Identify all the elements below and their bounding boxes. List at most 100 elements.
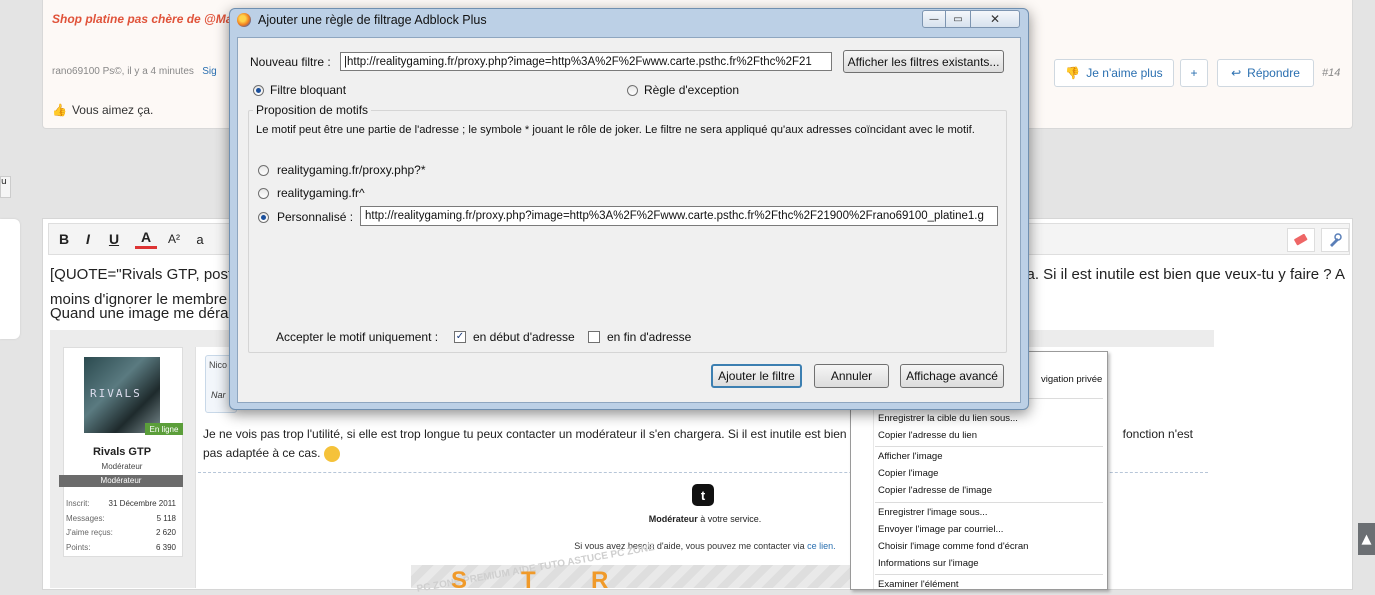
maximize-button[interactable]: ▭ <box>945 10 971 28</box>
minimize-button[interactable]: — <box>922 10 946 28</box>
side-tab-label: u <box>1 177 7 187</box>
underline-button[interactable]: U <box>103 228 125 250</box>
advanced-view-button[interactable]: Affichage avancé <box>900 364 1004 388</box>
quote-header-name: Nar <box>211 390 226 400</box>
reply-arrow-icon: ↩ <box>1231 66 1242 80</box>
dislike-button[interactable]: 👎 Je n'aime plus <box>1054 59 1174 87</box>
radio-unchecked-icon <box>258 164 269 176</box>
arrow-up-icon: ▲ <box>1361 531 1372 547</box>
checkbox-unchecked-icon <box>588 331 600 343</box>
quote-header-title: Nico <box>209 360 228 370</box>
signature-line-1: Modérateur à votre service. <box>560 514 850 524</box>
menu-separator <box>875 502 1103 503</box>
menu-item-set-background[interactable]: Choisir l'image comme fond d'écran <box>878 541 1028 552</box>
font-size-button[interactable]: A² <box>163 228 185 250</box>
editor-line-1-start: [QUOTE="Rivals GTP, post <box>50 266 233 283</box>
dislike-label: Je n'aime plus <box>1086 66 1163 80</box>
end-of-address-checkbox[interactable]: en fin d'adresse <box>588 330 691 344</box>
radio-unchecked-icon <box>258 187 269 199</box>
minimize-icon: — <box>929 13 939 25</box>
signature-banner[interactable]: PC ZONE PREMIUM AIDE TUTO ASTUCE PC ZONE… <box>411 542 853 595</box>
menu-item-inspect[interactable]: Examiner l'élément <box>878 579 959 590</box>
menu-separator <box>875 446 1103 447</box>
new-filter-input[interactable]: |http://realitygaming.fr/proxy.php?image… <box>340 52 832 71</box>
add-filter-button[interactable]: Ajouter le filtre <box>711 364 802 388</box>
menu-item-image-info[interactable]: Informations sur l'image <box>878 558 979 569</box>
pattern-description: Le motif peut être une partie de l'adres… <box>256 124 975 136</box>
signature-role: Modérateur <box>648 514 698 524</box>
stat-label: Messages: <box>66 513 105 523</box>
tools-icon[interactable] <box>1321 228 1349 252</box>
stat-row: Inscrit: 31 Décembre 2011 <box>66 499 176 514</box>
menu-item-copy-image[interactable]: Copier l'image <box>878 468 938 479</box>
close-button[interactable]: ✕ <box>970 10 1020 28</box>
menu-item-save-image[interactable]: Enregistrer l'image sous... <box>878 507 988 518</box>
font-color-button[interactable]: A <box>135 228 157 249</box>
stat-value: 2 620 <box>155 528 176 537</box>
new-filter-label: Nouveau filtre : <box>250 55 331 69</box>
editor-line-1-end: ra. Si il est inutile est bien que veux-… <box>1021 266 1345 283</box>
menu-item-private-window[interactable]: vigation privée <box>1041 374 1102 385</box>
twitter-icon[interactable]: t <box>692 484 714 506</box>
menu-item-save-link[interactable]: Enregistrer la cible du lien sous... <box>878 413 1018 424</box>
scroll-to-top-button[interactable]: ▲ <box>1358 523 1375 555</box>
post-title[interactable]: Shop platine pas chère de @Ma <box>52 12 232 26</box>
user-name[interactable]: Rivals GTP <box>63 446 181 458</box>
pattern-option-2[interactable]: realitygaming.fr^ <box>258 186 365 200</box>
dialog-title: Ajouter une règle de filtrage Adblock Pl… <box>258 13 487 27</box>
pattern-option-1[interactable]: realitygaming.fr/proxy.php?* <box>258 163 426 177</box>
stat-row: Messages: 5 118 <box>66 514 176 529</box>
signature-line-2: Si vous avez besoin d'aide, vous pouvez … <box>500 541 910 551</box>
italic-button[interactable]: I <box>77 228 99 250</box>
thumbs-down-icon: 👎 <box>1065 66 1081 80</box>
stat-label: Points: <box>66 542 91 552</box>
body-text-line-2: pas adaptée à ce cas. <box>203 446 321 460</box>
blocking-filter-radio[interactable]: Filtre bloquant <box>253 83 346 97</box>
blocking-filter-label: Filtre bloquant <box>270 83 347 97</box>
pattern-option-2-label: realitygaming.fr^ <box>277 186 365 200</box>
menu-item-email-image[interactable]: Envoyer l'image par courriel... <box>878 524 1003 535</box>
eraser-icon[interactable] <box>1287 228 1315 252</box>
side-tab[interactable]: u <box>0 176 11 198</box>
custom-pattern-radio[interactable]: Personnalisé : <box>258 210 353 224</box>
smiley-icon <box>323 445 340 462</box>
user-role: Modérateur <box>101 462 143 471</box>
start-of-address-checkbox[interactable]: ✓ en début d'adresse <box>454 330 575 344</box>
cancel-button[interactable]: Annuler <box>814 364 889 388</box>
exception-rule-label: Règle d'exception <box>644 83 740 97</box>
banner-letter: T <box>521 567 536 594</box>
post-meta-author[interactable]: rano69100 Ps©, il y a 4 minutes <box>52 66 194 77</box>
like-summary: 👍 Vous aimez ça. <box>52 103 153 117</box>
stat-label: J'aime reçus: <box>66 528 113 537</box>
menu-item-copy-link[interactable]: Copier l'adresse du lien <box>878 430 977 441</box>
exception-rule-radio[interactable]: Règle d'exception <box>627 83 739 97</box>
font-family-button[interactable]: a <box>189 228 211 250</box>
close-icon: ✕ <box>989 12 1001 26</box>
show-filters-button[interactable]: Afficher les filtres existants... <box>843 50 1004 73</box>
custom-pattern-input[interactable]: http://realitygaming.fr/proxy.php?image=… <box>360 206 998 226</box>
side-panel <box>0 219 20 339</box>
user-avatar[interactable]: RIVALS <box>84 357 160 433</box>
post-meta-signal[interactable]: Sig <box>202 66 216 77</box>
accept-label: Accepter le motif uniquement : <box>276 330 439 344</box>
thumbs-up-icon: 👍 <box>52 103 67 117</box>
end-of-address-label: en fin d'adresse <box>607 330 692 344</box>
signature-link[interactable]: ce lien. <box>807 541 836 551</box>
pattern-option-1-label: realitygaming.fr/proxy.php?* <box>277 163 426 177</box>
signature-service: à votre service. <box>697 514 762 524</box>
radio-unchecked-icon <box>627 84 638 96</box>
pattern-proposal-group <box>248 110 1007 353</box>
plus-label: + <box>1190 66 1198 80</box>
menu-item-copy-image-address[interactable]: Copier l'adresse de l'image <box>878 485 992 496</box>
menu-item-view-image[interactable]: Afficher l'image <box>878 451 942 462</box>
post-number[interactable]: #14 <box>1322 67 1340 79</box>
new-filter-label-text: Nouveau filtre : <box>250 55 331 69</box>
stat-label: Inscrit: <box>66 499 90 508</box>
reply-button[interactable]: ↩ Répondre <box>1217 59 1314 87</box>
bold-button[interactable]: B <box>53 228 75 250</box>
start-of-address-label: en début d'adresse <box>473 330 575 344</box>
plus-button[interactable]: + <box>1180 59 1208 87</box>
post-meta: rano69100 Ps©, il y a 4 minutes Sig <box>52 66 217 77</box>
stat-value: 5 118 <box>156 513 176 523</box>
stat-value: 6 390 <box>155 542 176 552</box>
